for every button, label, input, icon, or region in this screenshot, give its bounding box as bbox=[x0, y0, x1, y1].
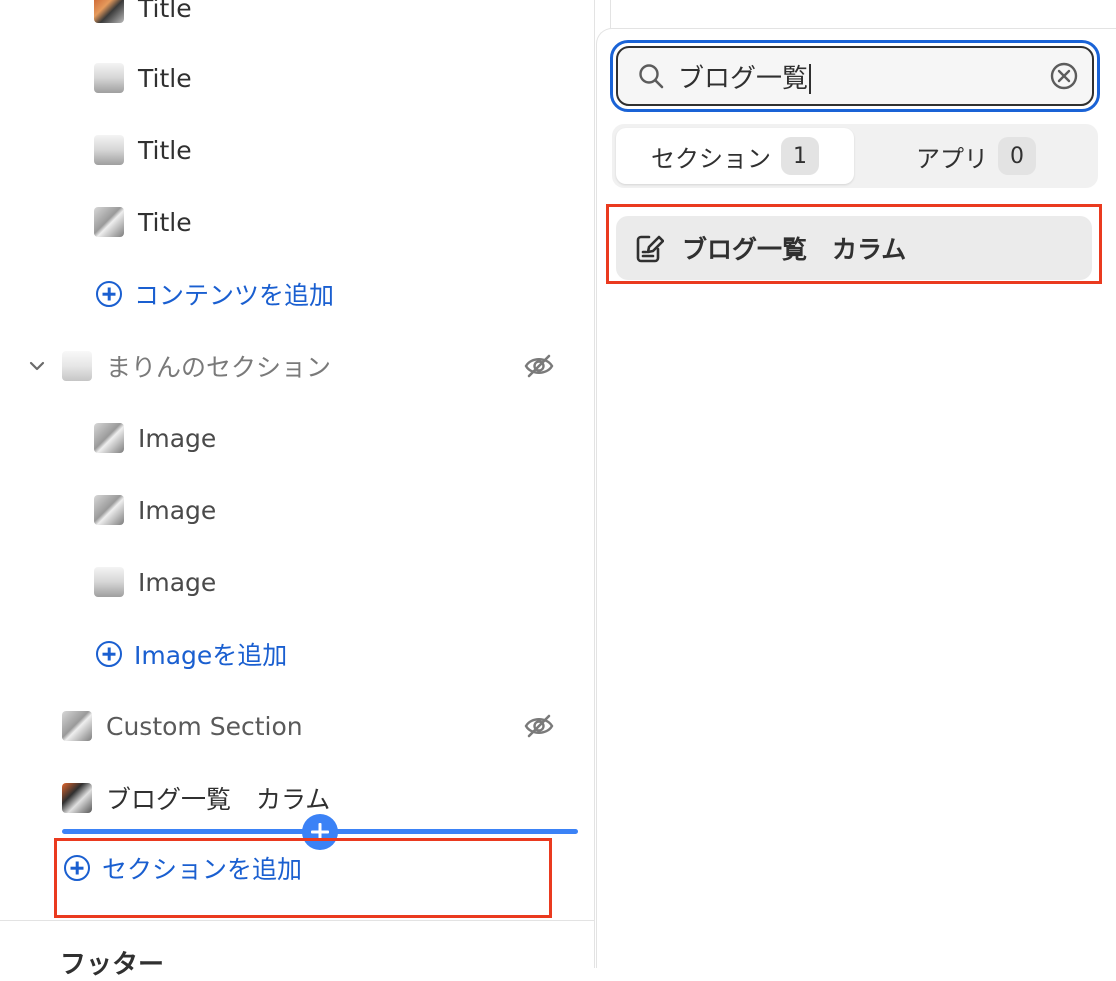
text-caret bbox=[809, 64, 812, 94]
content-item[interactable]: Title bbox=[94, 0, 192, 44]
tab-apps[interactable]: アプリ 0 bbox=[858, 128, 1094, 184]
content-thumbnail bbox=[94, 135, 124, 165]
image-item-label: Image bbox=[138, 495, 217, 525]
content-thumbnail bbox=[94, 207, 124, 237]
search-field[interactable]: ブログ一覧 bbox=[610, 40, 1100, 112]
divider bbox=[0, 920, 594, 921]
image-thumbnail bbox=[94, 423, 124, 453]
panel-divider bbox=[610, 0, 611, 30]
eye-off-icon[interactable] bbox=[524, 354, 554, 378]
content-item-label: Title bbox=[138, 207, 192, 237]
section-item-label: Custom Section bbox=[106, 711, 303, 741]
section-thumbnail bbox=[62, 351, 92, 381]
eye-off-icon[interactable] bbox=[524, 714, 554, 738]
search-input-value: ブログ一覧 bbox=[678, 63, 809, 94]
annotation-highlight-box bbox=[606, 204, 1102, 284]
add-content-label: コンテンツを追加 bbox=[134, 281, 335, 310]
content-item[interactable]: Title bbox=[94, 186, 192, 258]
image-item-label: Image bbox=[138, 567, 217, 597]
section-item-label: ブログ一覧 カラム bbox=[106, 785, 331, 814]
tab-count-badge: 0 bbox=[998, 137, 1036, 175]
clear-search-icon[interactable] bbox=[1049, 61, 1079, 91]
content-item-label: Title bbox=[138, 0, 192, 23]
content-thumbnail bbox=[94, 63, 124, 93]
image-thumbnail bbox=[94, 567, 124, 597]
content-item[interactable]: Title bbox=[94, 114, 192, 186]
tab-sections[interactable]: セクション 1 bbox=[616, 128, 854, 184]
content-item-label: Title bbox=[138, 135, 192, 165]
image-item[interactable]: Image bbox=[94, 546, 216, 618]
popover-tabs: セクション 1 アプリ 0 bbox=[612, 124, 1098, 188]
section-thumbnail bbox=[62, 783, 92, 813]
image-item-label: Image bbox=[138, 423, 217, 453]
panel-divider bbox=[594, 0, 595, 968]
tab-label: アプリ bbox=[916, 144, 988, 173]
annotation-highlight-box bbox=[54, 838, 552, 918]
section-item-blog[interactable]: ブログ一覧 カラム bbox=[62, 762, 330, 834]
add-circle-icon bbox=[96, 641, 122, 667]
footer-group-title: フッター bbox=[60, 950, 165, 980]
section-thumbnail bbox=[62, 711, 92, 741]
section-item-custom[interactable]: Custom Section bbox=[62, 690, 303, 762]
tab-label: セクション bbox=[651, 144, 771, 173]
search-input-box[interactable]: ブログ一覧 bbox=[616, 46, 1094, 106]
image-item[interactable]: Image bbox=[94, 402, 216, 474]
section-item-label: まりんのセクション bbox=[106, 353, 332, 382]
image-item[interactable]: Image bbox=[94, 474, 216, 546]
search-input[interactable]: ブログ一覧 bbox=[678, 58, 812, 95]
add-content-button[interactable]: コンテンツを追加 bbox=[96, 258, 334, 330]
content-thumbnail bbox=[94, 0, 124, 23]
content-item-label: Title bbox=[138, 63, 192, 93]
chevron-down-icon[interactable] bbox=[28, 357, 46, 375]
content-item[interactable]: Title bbox=[94, 42, 192, 114]
add-image-button[interactable]: Imageを追加 bbox=[96, 618, 287, 690]
image-thumbnail bbox=[94, 495, 124, 525]
section-item-marin[interactable]: まりんのセクション bbox=[62, 330, 331, 402]
add-image-label: Imageを追加 bbox=[134, 641, 288, 670]
search-icon bbox=[639, 64, 664, 89]
section-sidebar: Title Title Title Title コンテンツを追加 まりんのセクシ… bbox=[0, 0, 594, 980]
add-circle-icon bbox=[96, 281, 122, 307]
tab-count-badge: 1 bbox=[781, 137, 819, 175]
